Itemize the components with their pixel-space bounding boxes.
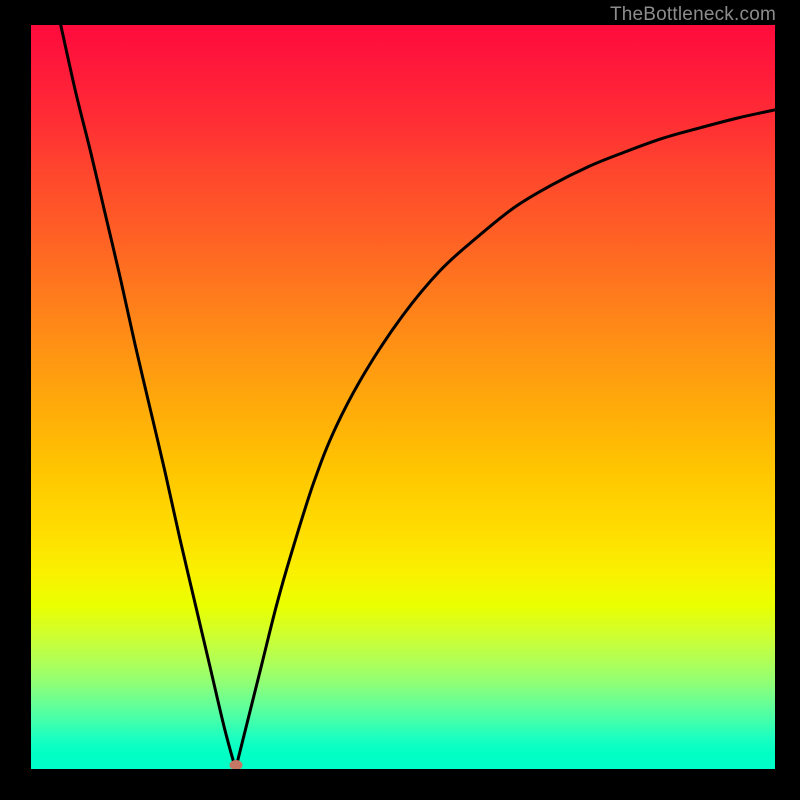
watermark-text: TheBottleneck.com bbox=[610, 4, 776, 26]
plot-area bbox=[31, 25, 775, 769]
curve-line bbox=[61, 25, 775, 769]
curve-plot bbox=[31, 25, 775, 769]
vertex-marker bbox=[229, 760, 242, 769]
chart-frame: TheBottleneck.com bbox=[0, 0, 800, 800]
